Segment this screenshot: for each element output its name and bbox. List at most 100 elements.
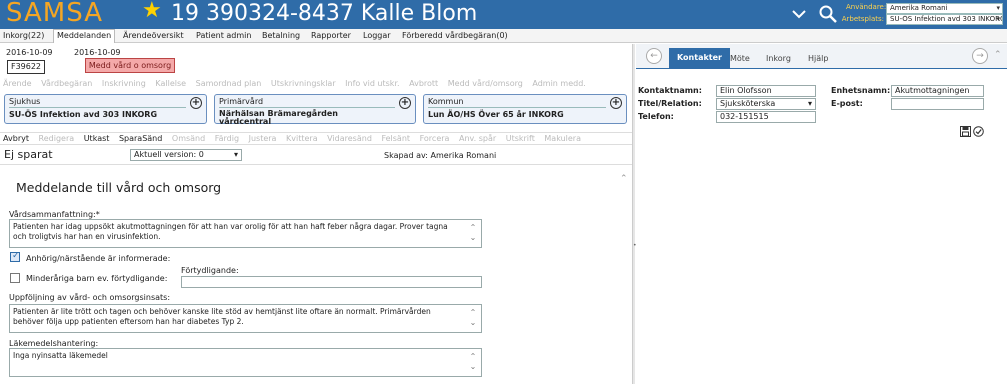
message-date: 2016-10-09 bbox=[6, 48, 53, 57]
case-tab[interactable]: Kallelse bbox=[155, 79, 186, 88]
side-tabs: ← Kontakter Möte Inkorg Hjälp → ⌃ bbox=[636, 44, 1007, 69]
check-icon[interactable] bbox=[973, 126, 984, 137]
email-label: E-post: bbox=[831, 99, 863, 108]
utkast-button[interactable]: Utkast bbox=[84, 134, 110, 143]
followup-textarea[interactable]: Patienten är lite trött och tagen och be… bbox=[9, 304, 482, 333]
unit-name-input[interactable]: Akutmottagningen bbox=[891, 85, 984, 97]
save-status: Ej sparat bbox=[4, 148, 53, 161]
case-tab[interactable]: Ärende bbox=[3, 79, 32, 88]
dropdown-arrow-icon: ▾ bbox=[233, 150, 238, 159]
clarification-label: Förtydligande: bbox=[181, 266, 239, 275]
forward-arrow-icon[interactable]: → bbox=[972, 48, 988, 64]
title-relation-select[interactable]: Sjuksköterska ▾ bbox=[716, 98, 816, 110]
nav-arendeoversikt[interactable]: Ärendeöversikt bbox=[123, 31, 184, 40]
add-icon[interactable]: + bbox=[399, 97, 411, 109]
app-logo: SAMSA bbox=[6, 0, 103, 28]
add-icon[interactable]: + bbox=[610, 97, 622, 109]
summary-textarea[interactable]: Patienten har idag uppsökt akutmottagnin… bbox=[9, 219, 482, 248]
case-tab[interactable]: Info vid utskr. bbox=[345, 79, 399, 88]
tab-inkorg[interactable]: Inkorg bbox=[766, 49, 791, 68]
side-panel: ← Kontakter Möte Inkorg Hjälp → ⌃ Kontak… bbox=[636, 44, 1007, 384]
case-tab[interactable]: Inskrivning bbox=[102, 79, 146, 88]
nav-inkorg[interactable]: Inkorg(22) bbox=[3, 31, 44, 40]
created-by: Skapad av: Amerika Romani bbox=[384, 151, 497, 160]
contact-name-input[interactable]: Elin Olofsson bbox=[716, 85, 816, 97]
case-tab[interactable]: Admin medd. bbox=[532, 79, 585, 88]
forcera-button[interactable]: Forcera bbox=[420, 134, 450, 143]
back-arrow-icon[interactable]: ← bbox=[646, 48, 662, 64]
dropdown-arrow-icon: ▾ bbox=[996, 4, 1000, 12]
fardig-button[interactable]: Färdig bbox=[215, 134, 239, 143]
title-relation-label: Titel/Relation: bbox=[638, 99, 702, 108]
case-tab[interactable]: Medd vård/omsorg bbox=[448, 79, 523, 88]
summary-label: Vårdsammanfattning:* bbox=[9, 210, 100, 219]
search-icon[interactable] bbox=[818, 4, 838, 24]
case-tab[interactable]: Utskrivningsklar bbox=[271, 79, 336, 88]
user-value: Amerika Romani bbox=[890, 4, 948, 12]
case-tab[interactable]: Avbrott bbox=[409, 79, 438, 88]
case-tab[interactable]: Vårdbegäran bbox=[41, 79, 92, 88]
followup-text: Patienten är lite trött och tagen och be… bbox=[13, 307, 431, 326]
textarea-scroll[interactable]: ⌃ ⌄ bbox=[468, 352, 478, 372]
makulera-button[interactable]: Makulera bbox=[544, 134, 581, 143]
action-toolbar: Avbryt Redigera Utkast SparaSänd Omsänd … bbox=[0, 132, 632, 145]
nav-loggar[interactable]: Loggar bbox=[363, 31, 391, 40]
unit-name-label: Enhetsnamn: bbox=[831, 86, 891, 95]
tab-kontakter[interactable]: Kontakter bbox=[669, 48, 730, 69]
summary-text: Patienten har idag uppsökt akutmottagnin… bbox=[13, 222, 448, 241]
relative-informed-label: Anhörig/närstående är informerade: bbox=[26, 254, 171, 263]
patient-title: 19 390324-8437 Kalle Blom bbox=[171, 1, 478, 26]
nav-patient-admin[interactable]: Patient admin bbox=[196, 31, 251, 40]
message-id: F39622 bbox=[7, 60, 45, 74]
anv-spar-button[interactable]: Anv. spår bbox=[459, 134, 496, 143]
version-value: Aktuell version: 0 bbox=[134, 150, 204, 159]
scroll-up-icon[interactable]: ⌃ bbox=[994, 50, 1002, 60]
nav-meddelanden[interactable]: Meddelanden bbox=[53, 29, 116, 43]
felsant-button[interactable]: Felsänt bbox=[381, 134, 410, 143]
panel-splitter[interactable]: • bbox=[632, 44, 637, 384]
phone-input[interactable]: 032-151515 bbox=[716, 111, 816, 123]
version-select[interactable]: Aktuell version: 0 ▾ bbox=[130, 149, 242, 161]
avbryt-button[interactable]: Avbryt bbox=[3, 134, 29, 143]
workplace-select[interactable]: SU-ÖS Infektion avd 303 INKORG ▾ bbox=[886, 14, 1003, 25]
divider bbox=[428, 107, 606, 108]
tab-hjalp[interactable]: Hjälp bbox=[808, 49, 828, 68]
divider bbox=[9, 107, 186, 108]
textarea-scroll[interactable]: ⌃ ⌄ bbox=[468, 308, 478, 328]
user-label: Användare: bbox=[846, 3, 887, 11]
add-icon[interactable]: + bbox=[190, 97, 202, 109]
user-select[interactable]: Amerika Romani ▾ bbox=[886, 3, 1003, 14]
card-kommun: Kommun Lun ÄO/HS Över 65 år INKORG + bbox=[423, 94, 627, 124]
textarea-scroll[interactable]: ⌃ ⌄ bbox=[468, 223, 478, 243]
workplace-label: Arbetsplats: bbox=[841, 15, 884, 23]
minor-children-label: Minderåriga barn ev. förtydligande: bbox=[26, 274, 168, 283]
chevron-down-icon[interactable] bbox=[790, 5, 808, 23]
justera-button[interactable]: Justera bbox=[249, 134, 277, 143]
save-icon[interactable] bbox=[960, 126, 971, 137]
divider bbox=[219, 107, 395, 108]
card-title: Sjukhus bbox=[9, 97, 41, 106]
workplace-value: SU-ÖS Infektion avd 303 INKORG bbox=[890, 15, 1003, 23]
omsand-button[interactable]: Omsänd bbox=[172, 134, 205, 143]
email-input[interactable] bbox=[891, 98, 984, 110]
message-type-badge[interactable]: Medd vård o omsorg bbox=[85, 58, 175, 73]
nav-forberedd-vardbegaran[interactable]: Förberedd vårdbegäran(0) bbox=[402, 31, 508, 40]
medication-label: Läkemedelshantering: bbox=[9, 339, 99, 348]
nav-rapporter[interactable]: Rapporter bbox=[311, 31, 351, 40]
tab-mote[interactable]: Möte bbox=[730, 49, 750, 68]
favorite-star-icon[interactable]: ★ bbox=[142, 0, 162, 23]
sparasand-button[interactable]: SparaSänd bbox=[119, 134, 162, 143]
dropdown-arrow-icon: ▾ bbox=[807, 99, 812, 108]
scroll-up-icon[interactable]: ⌃ bbox=[620, 174, 628, 184]
clarification-input[interactable] bbox=[181, 276, 482, 288]
minor-children-checkbox[interactable] bbox=[10, 273, 20, 283]
contact-name-label: Kontaktnamn: bbox=[638, 86, 702, 95]
vidaresand-button[interactable]: Vidaresänd bbox=[327, 134, 372, 143]
case-tab[interactable]: Samordnad plan bbox=[196, 79, 262, 88]
utskrift-button[interactable]: Utskrift bbox=[506, 134, 535, 143]
kvittera-button[interactable]: Kvittera bbox=[286, 134, 318, 143]
nav-betalning[interactable]: Betalning bbox=[262, 31, 300, 40]
relative-informed-checkbox[interactable] bbox=[10, 251, 20, 262]
redigera-button[interactable]: Redigera bbox=[39, 134, 75, 143]
medication-textarea[interactable]: Inga nyinsatta läkemedel ⌃ ⌄ bbox=[9, 348, 482, 377]
